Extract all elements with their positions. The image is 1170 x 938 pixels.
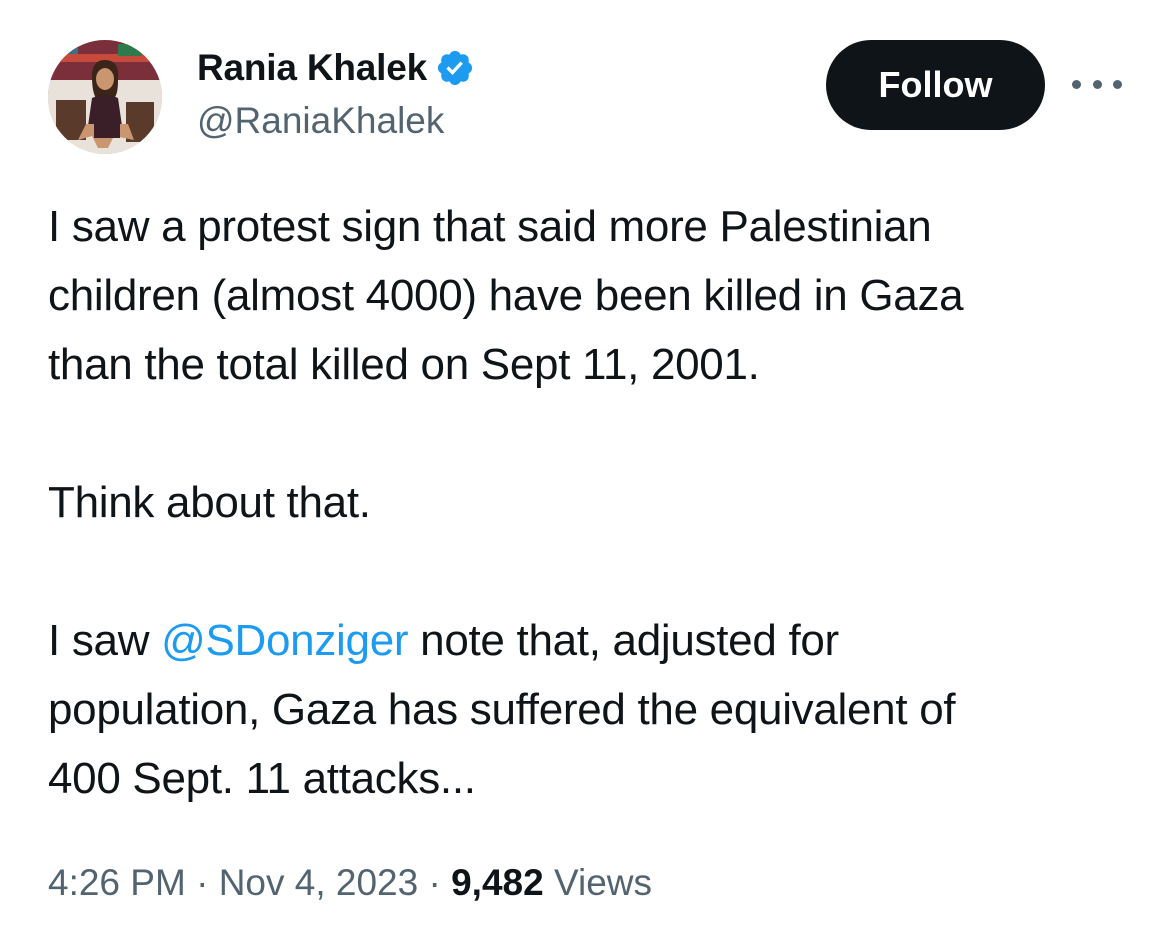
- more-dot: [1092, 79, 1102, 89]
- text-line: population, Gaza has suffered the equiva…: [48, 685, 956, 734]
- meta-separator: ·: [418, 862, 452, 903]
- text-line: children (almost 4000) have been killed …: [48, 271, 964, 320]
- text-line: I saw @SDonziger note that, adjusted for: [48, 606, 1138, 675]
- author-handle[interactable]: @RaniaKhalek: [197, 100, 444, 142]
- text-line: than the total killed on Sept 11, 2001.: [48, 340, 760, 389]
- display-name[interactable]: Rania Khalek: [197, 47, 427, 89]
- text-fragment: note that, adjusted for: [408, 616, 839, 665]
- timestamp-date[interactable]: Nov 4, 2023: [219, 862, 419, 903]
- more-dot: [1072, 79, 1081, 89]
- meta-separator: ·: [185, 862, 219, 903]
- verified-badge-icon[interactable]: [435, 48, 475, 88]
- text-line: Think about that.: [48, 478, 371, 527]
- timestamp-time[interactable]: 4:26 PM: [48, 862, 186, 903]
- tweet: Rania Khalek @RaniaKhalek Follow I saw a…: [0, 0, 1170, 938]
- profile-photo-image: [48, 40, 162, 154]
- views-label: Views: [543, 862, 653, 903]
- text-line: 400 Sept. 11 attacks...: [48, 754, 476, 803]
- text-fragment: I saw: [48, 616, 162, 665]
- follow-button[interactable]: Follow: [826, 40, 1045, 130]
- views-count[interactable]: 9,482: [451, 862, 544, 903]
- author-name-row: Rania Khalek: [197, 44, 475, 92]
- more-horizontal-icon[interactable]: [1072, 72, 1122, 96]
- tweet-text: I saw a protest sign that said more Pale…: [48, 192, 1138, 813]
- text-line: I saw a protest sign that said more Pale…: [48, 202, 932, 251]
- more-dot: [1113, 79, 1122, 89]
- tweet-meta: 4:26 PM · Nov 4, 2023 · 9,482 Views: [48, 862, 652, 904]
- mention-link[interactable]: @SDonziger: [161, 616, 408, 665]
- avatar[interactable]: [48, 40, 162, 154]
